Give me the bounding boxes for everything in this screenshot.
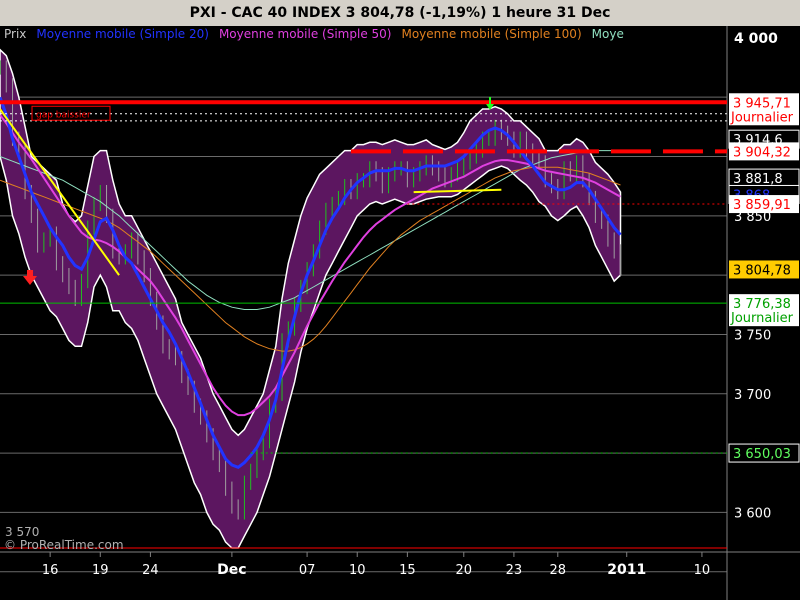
x-tick-label-7: 20 <box>456 563 473 578</box>
y-tick-label-4: 3 600 <box>734 506 771 521</box>
x-tick-label-9: 28 <box>550 563 567 578</box>
price-label-value-8: 3 650,03 <box>733 447 791 462</box>
copyright-text: © ProRealTime.com <box>4 538 124 552</box>
price-label-8: 3 650,03 <box>728 443 800 463</box>
x-tick-label-5: 10 <box>349 563 366 578</box>
price-label-sub-7: Journalier <box>730 311 794 326</box>
x-tick-label-2: 24 <box>142 563 159 578</box>
price-label-value-6: 3 804,78 <box>733 263 791 278</box>
x-tick-label-0: 16 <box>42 563 59 578</box>
x-tick-label-10: 2011 <box>607 562 646 578</box>
x-tick-label-4: 07 <box>299 563 316 578</box>
y-tick-label-0: 4 000 <box>734 31 778 47</box>
price-label-2: 3 904,32 <box>729 142 799 161</box>
price-label-6: 3 804,78 <box>729 260 799 279</box>
price-label-value-5: 3 859,91 <box>733 198 791 213</box>
bollinger-band <box>0 48 622 549</box>
price-label-value-7: 3 776,38 <box>733 297 791 312</box>
y-tick-label-2: 3 750 <box>734 328 771 343</box>
x-tick-label-3: Dec <box>217 562 246 578</box>
x-tick-label-8: 23 <box>506 563 523 578</box>
price-label-sub-0: Journalier <box>730 110 794 125</box>
price-label-value-2: 3 904,32 <box>733 145 791 160</box>
x-tick-label-11: 10 <box>694 563 711 578</box>
gap-annotation-label: gap baissier <box>36 110 91 120</box>
min-value-label: 3 570 <box>5 525 39 539</box>
price-label-7: 3 776,38Journalier <box>729 294 799 327</box>
price-label-0: 3 945,71Journalier <box>729 93 799 126</box>
x-tick-label-1: 19 <box>92 563 109 578</box>
price-label-value-0: 3 945,71 <box>733 96 791 111</box>
price-label-value-3: 3 881,8 <box>733 172 783 187</box>
y-tick-label-3: 3 700 <box>734 388 771 403</box>
x-tick-label-6: 15 <box>399 563 416 578</box>
price-label-3: 3 881,8 <box>728 168 800 188</box>
price-label-5: 3 859,91 <box>729 195 799 214</box>
price-chart: gap baissier4 0003 8503 7503 7003 6003 9… <box>0 26 800 600</box>
gap-annotation: gap baissier <box>31 105 111 121</box>
